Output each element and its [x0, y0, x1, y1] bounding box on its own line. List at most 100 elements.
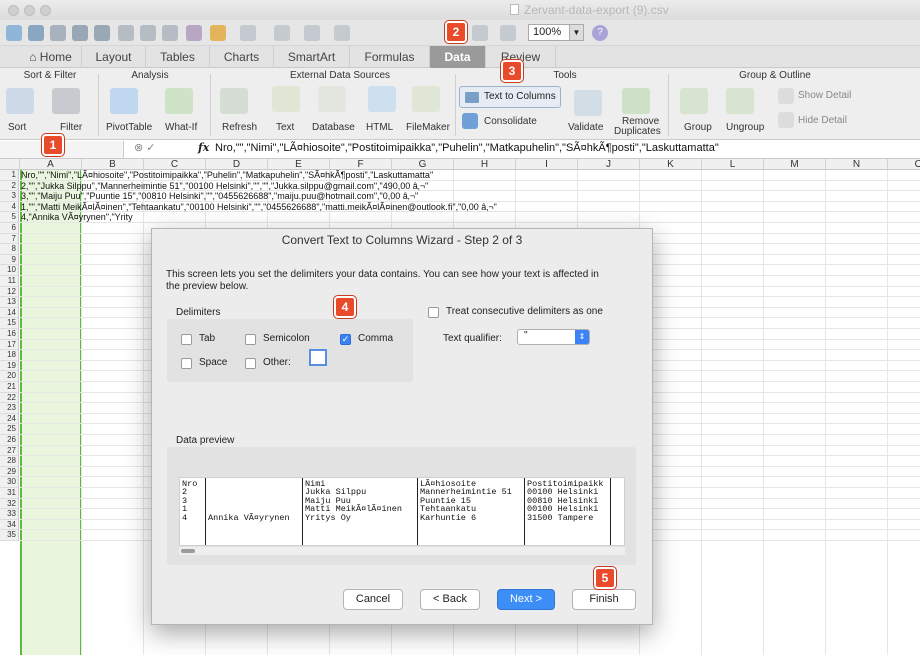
- row-header[interactable]: 21: [0, 382, 19, 393]
- column-header[interactable]: I: [516, 159, 578, 170]
- text-to-columns-button[interactable]: Text to Columns: [459, 86, 561, 108]
- row-header[interactable]: 22: [0, 392, 19, 404]
- database-icon[interactable]: [318, 86, 346, 112]
- toolbox-icon[interactable]: [500, 25, 516, 41]
- row-header[interactable]: 25: [0, 424, 19, 435]
- what-if-icon[interactable]: [165, 88, 193, 114]
- save-icon[interactable]: [72, 25, 88, 41]
- column-header[interactable]: A: [20, 159, 82, 170]
- scroll-thumb[interactable]: [181, 549, 195, 553]
- row-header[interactable]: 17: [0, 339, 19, 351]
- zoom-window-button[interactable]: [40, 5, 51, 16]
- format-painter-icon[interactable]: [186, 25, 202, 41]
- minimize-window-button[interactable]: [24, 5, 35, 16]
- row-header[interactable]: 6: [0, 223, 19, 234]
- filemaker-icon[interactable]: [412, 86, 440, 112]
- column-header[interactable]: O: [888, 159, 920, 170]
- row-header[interactable]: 27: [0, 445, 19, 457]
- confirm-icon[interactable]: ✓: [146, 142, 155, 154]
- consolidate-button[interactable]: Consolidate: [484, 116, 537, 127]
- what-if-button[interactable]: What-If: [165, 122, 197, 133]
- consecutive-checkbox[interactable]: [428, 307, 439, 318]
- new-workbook-icon[interactable]: [6, 25, 22, 41]
- sort-button[interactable]: Sort: [8, 122, 26, 133]
- fx-icon[interactable]: fx: [198, 141, 209, 154]
- open-icon[interactable]: [50, 25, 66, 41]
- refresh-button[interactable]: Refresh: [222, 122, 257, 133]
- row-header[interactable]: 13: [0, 297, 19, 308]
- print-icon[interactable]: [94, 25, 110, 41]
- cell-a2[interactable]: 2,"","Jukka Silppu","Mannerheimintie 51"…: [21, 181, 428, 191]
- row-header[interactable]: 31: [0, 488, 19, 499]
- row-header[interactable]: 33: [0, 509, 19, 520]
- refresh-icon[interactable]: [220, 88, 248, 114]
- tab-home[interactable]: ⌂ Home: [20, 46, 82, 68]
- filter-icon[interactable]: [334, 25, 350, 41]
- back-button[interactable]: < Back: [420, 589, 480, 610]
- group-icon[interactable]: [680, 88, 708, 114]
- cancel-icon[interactable]: ⊗: [134, 142, 143, 154]
- column-header[interactable]: D: [206, 159, 268, 170]
- text-qualifier-select[interactable]: " ⇕: [517, 329, 590, 345]
- row-header[interactable]: 16: [0, 329, 19, 340]
- sort-icon[interactable]: [304, 25, 320, 41]
- html-icon[interactable]: [368, 86, 396, 112]
- text-file-icon[interactable]: [272, 86, 300, 112]
- cell-a4[interactable]: 1,"","Matti MeikÃ¤lÃ¤inen","Tehtaankatu"…: [21, 202, 497, 212]
- cut-icon[interactable]: [118, 25, 134, 41]
- pivottable-icon[interactable]: [110, 88, 138, 114]
- show-detail-button[interactable]: Show Detail: [798, 90, 851, 101]
- column-header[interactable]: H: [454, 159, 516, 170]
- comma-checkbox[interactable]: ✓: [340, 334, 351, 345]
- select-all-corner[interactable]: [0, 159, 20, 170]
- semicolon-checkbox[interactable]: [245, 334, 256, 345]
- preview-scrollbar[interactable]: [179, 547, 625, 555]
- row-header[interactable]: 14: [0, 307, 19, 319]
- funnel-icon[interactable]: [52, 88, 80, 114]
- ungroup-icon[interactable]: [726, 88, 754, 114]
- copy-icon[interactable]: [140, 25, 156, 41]
- cell-a1[interactable]: Nro,"","Nimi","LÃ¤hiosoite","Postitoimip…: [21, 170, 433, 180]
- column-header[interactable]: E: [268, 159, 330, 170]
- row-header[interactable]: 3: [0, 191, 19, 202]
- column-header[interactable]: B: [82, 159, 144, 170]
- tab-layout[interactable]: Layout: [82, 46, 146, 68]
- row-header[interactable]: 1: [0, 170, 19, 181]
- row-header[interactable]: 9: [0, 254, 19, 266]
- filter-button[interactable]: Filter: [60, 122, 82, 133]
- row-header[interactable]: 7: [0, 233, 19, 245]
- row-header[interactable]: 24: [0, 413, 19, 425]
- other-checkbox[interactable]: [245, 358, 256, 369]
- row-header[interactable]: 26: [0, 435, 19, 446]
- row-header[interactable]: 5: [0, 212, 19, 223]
- tab-data[interactable]: Data: [430, 46, 486, 68]
- filemaker-button[interactable]: FileMaker: [406, 122, 450, 133]
- column-header[interactable]: L: [702, 159, 764, 170]
- other-delimiter-input[interactable]: [309, 349, 327, 366]
- zoom-select[interactable]: 100% ▼: [528, 24, 584, 41]
- row-header[interactable]: 11: [0, 276, 19, 287]
- column-header[interactable]: N: [826, 159, 888, 170]
- row-header[interactable]: 35: [0, 530, 19, 541]
- row-header[interactable]: 4: [0, 201, 19, 213]
- tab-tables[interactable]: Tables: [146, 46, 210, 68]
- row-header[interactable]: 15: [0, 318, 19, 329]
- consolidate-icon[interactable]: [462, 113, 478, 129]
- gallery-icon[interactable]: [472, 25, 488, 41]
- pivottable-button[interactable]: PivotTable: [106, 122, 152, 133]
- help-icon[interactable]: ?: [592, 25, 608, 41]
- row-header[interactable]: 18: [0, 350, 19, 361]
- row-header[interactable]: 10: [0, 265, 19, 276]
- column-header[interactable]: K: [640, 159, 702, 170]
- tab-smartart[interactable]: SmartArt: [274, 46, 350, 68]
- paste-icon[interactable]: [162, 25, 178, 41]
- column-header[interactable]: M: [764, 159, 826, 170]
- cell-a5[interactable]: 4,"Annika VÃ¤yrynen","Yrity: [21, 212, 133, 222]
- finish-button[interactable]: Finish: [572, 589, 636, 610]
- row-header[interactable]: 12: [0, 286, 19, 298]
- space-checkbox[interactable]: [181, 358, 192, 369]
- templates-icon[interactable]: [28, 25, 44, 41]
- tab-formulas[interactable]: Formulas: [350, 46, 430, 68]
- tab-charts[interactable]: Charts: [210, 46, 274, 68]
- cancel-button[interactable]: Cancel: [343, 589, 403, 610]
